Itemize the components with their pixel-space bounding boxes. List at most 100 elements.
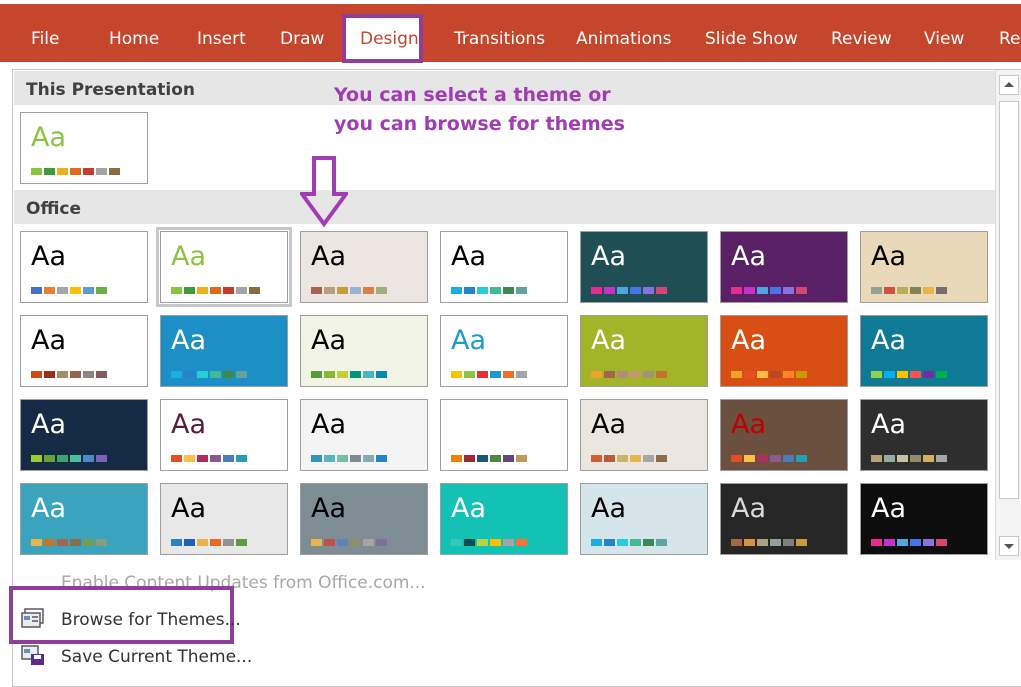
color-swatch <box>936 455 947 462</box>
theme-thumbnail[interactable]: Aa <box>860 231 988 303</box>
theme-color-swatches <box>311 539 387 546</box>
theme-sample-text: Aa <box>311 409 347 440</box>
color-swatch <box>324 371 335 378</box>
theme-color-swatches <box>311 371 387 378</box>
color-swatch <box>184 371 195 378</box>
tab-draw[interactable]: Draw <box>280 29 324 49</box>
color-swatch <box>731 287 742 294</box>
color-swatch <box>171 371 182 378</box>
theme-color-swatches <box>451 539 527 546</box>
theme-thumbnail[interactable]: Aa <box>160 315 288 387</box>
color-swatch <box>57 287 68 294</box>
theme-thumbnail[interactable]: Aa <box>720 231 848 303</box>
theme-thumbnail[interactable]: Aa <box>580 483 708 555</box>
theme-color-swatches <box>311 455 387 462</box>
theme-thumbnail[interactable]: Aa <box>300 231 428 303</box>
color-swatch <box>744 287 755 294</box>
color-swatch <box>197 539 208 546</box>
theme-thumbnail-current[interactable]: Aa <box>20 112 148 184</box>
tab-insert[interactable]: Insert <box>197 29 246 49</box>
theme-thumbnail[interactable]: Aa <box>580 315 708 387</box>
theme-sample-text: Aa <box>731 241 767 272</box>
color-swatch <box>604 371 615 378</box>
theme-thumbnail[interactable]: Aa <box>440 315 568 387</box>
color-swatch <box>31 455 42 462</box>
color-swatch <box>324 455 335 462</box>
color-swatch <box>311 371 322 378</box>
save-theme-icon <box>21 645 44 665</box>
tab-review[interactable]: Review <box>831 29 892 49</box>
color-swatch <box>871 539 882 546</box>
color-swatch <box>464 371 475 378</box>
theme-thumbnail[interactable]: Aa <box>156 227 292 307</box>
theme-color-swatches <box>731 371 807 378</box>
annotation-line-2: you can browse for themes <box>334 113 625 135</box>
theme-color-swatches <box>591 371 667 378</box>
color-swatch <box>249 287 260 294</box>
theme-thumbnail[interactable]: Aa <box>160 483 288 555</box>
scroll-up-icon[interactable] <box>999 75 1019 95</box>
theme-thumbnail[interactable]: Aa <box>300 483 428 555</box>
theme-color-swatches <box>171 455 247 462</box>
theme-sample-text: Aa <box>31 122 67 153</box>
color-swatch <box>44 168 55 175</box>
color-swatch <box>477 287 488 294</box>
theme-sample-text: Aa <box>451 493 487 524</box>
color-swatch <box>363 455 374 462</box>
theme-thumbnail[interactable]: Aa <box>440 231 568 303</box>
save-current-theme-item[interactable]: Save Current Theme... <box>61 647 252 667</box>
theme-thumbnail[interactable]: Aa <box>720 483 848 555</box>
theme-thumbnail[interactable]: Aa <box>20 231 148 303</box>
theme-color-swatches <box>171 287 260 294</box>
theme-sample-text: Aa <box>311 325 347 356</box>
theme-thumbnail[interactable]: Aa <box>160 399 288 471</box>
color-swatch <box>503 455 514 462</box>
theme-thumbnail[interactable]: Aa <box>20 483 148 555</box>
theme-thumbnail[interactable]: Aa <box>440 399 568 471</box>
tab-home[interactable]: Home <box>109 29 159 49</box>
tab-view[interactable]: View <box>924 29 964 49</box>
theme-thumbnail[interactable]: Aa <box>20 315 148 387</box>
gallery-scrollbar[interactable] <box>995 70 1021 560</box>
color-swatch <box>31 539 42 546</box>
theme-thumbnail[interactable]: Aa <box>580 399 708 471</box>
color-swatch <box>83 287 94 294</box>
color-swatch <box>897 455 908 462</box>
scroll-thumb[interactable] <box>999 101 1019 499</box>
theme-color-swatches <box>591 539 667 546</box>
theme-thumbnail[interactable]: Aa <box>20 399 148 471</box>
color-swatch <box>197 371 208 378</box>
scroll-down-icon[interactable] <box>999 536 1019 556</box>
browse-for-themes-item[interactable]: Browse for Themes... <box>61 610 241 630</box>
section-office: Office <box>14 190 995 224</box>
color-swatch <box>70 539 81 546</box>
theme-thumbnail[interactable]: Aa <box>720 315 848 387</box>
color-swatch <box>223 539 234 546</box>
tab-slide-show[interactable]: Slide Show <box>705 29 798 49</box>
tab-transitions[interactable]: Transitions <box>454 29 545 49</box>
tab-design[interactable]: Design <box>360 29 419 49</box>
tab-animations[interactable]: Animations <box>576 29 672 49</box>
theme-sample-text: Aa <box>451 325 487 356</box>
theme-thumbnail[interactable]: Aa <box>860 483 988 555</box>
color-swatch <box>643 455 654 462</box>
color-swatch <box>236 455 247 462</box>
theme-thumbnail[interactable]: Aa <box>300 399 428 471</box>
color-swatch <box>184 455 195 462</box>
theme-thumbnail[interactable]: Aa <box>580 231 708 303</box>
color-swatch <box>490 455 501 462</box>
color-swatch <box>490 371 501 378</box>
tab-review-cutoff[interactable]: Re <box>999 29 1021 49</box>
tab-file[interactable]: File <box>31 29 59 49</box>
theme-thumbnail[interactable]: Aa <box>440 483 568 555</box>
color-swatch <box>617 539 628 546</box>
theme-thumbnail[interactable]: Aa <box>720 399 848 471</box>
theme-thumbnail[interactable]: Aa <box>860 399 988 471</box>
color-swatch <box>744 371 755 378</box>
theme-color-swatches <box>731 287 807 294</box>
theme-thumbnail[interactable]: Aa <box>300 315 428 387</box>
color-swatch <box>171 455 182 462</box>
color-swatch <box>516 287 527 294</box>
theme-thumbnail[interactable]: Aa <box>860 315 988 387</box>
color-swatch <box>910 371 921 378</box>
